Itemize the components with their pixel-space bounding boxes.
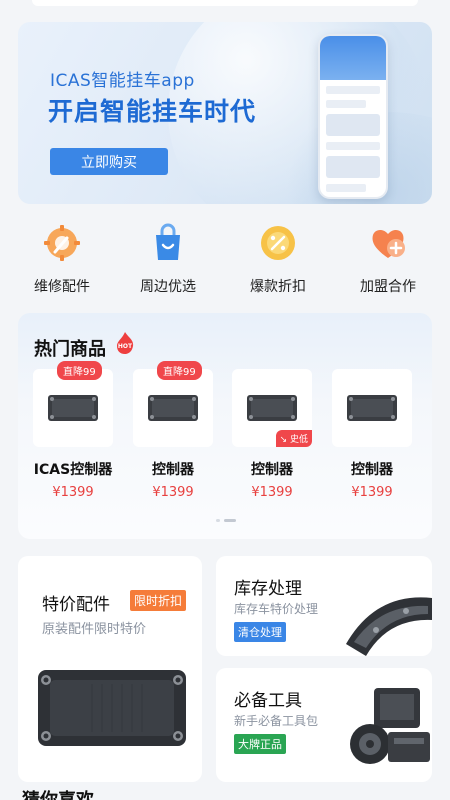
- promo-badge: 限时折扣: [130, 590, 187, 611]
- phone-mockup-image: [318, 34, 388, 199]
- promo-title: 必备工具: [234, 691, 302, 711]
- category-repair-parts[interactable]: 维修配件: [12, 222, 112, 296]
- price-drop-tag: 直降99: [157, 361, 202, 380]
- product-price: ¥1399: [152, 485, 194, 500]
- promo-card-special-parts[interactable]: 特价配件 限时折扣 原装配件限时特价: [18, 556, 202, 782]
- product-name: 控制器: [152, 462, 194, 478]
- lowest-price-text: 史低: [289, 435, 308, 445]
- category-franchise[interactable]: 加盟合作: [338, 222, 438, 296]
- product-price: ¥1399: [351, 485, 393, 500]
- category-hot-discount[interactable]: 爆款折扣: [228, 222, 328, 296]
- promo-subtitle: 新手必备工具包: [234, 714, 319, 728]
- buy-now-button[interactable]: 立即购买: [50, 148, 168, 175]
- category-label: 周边优选: [140, 279, 196, 295]
- banner-title: 开启智能挂车时代: [48, 97, 257, 126]
- guess-you-like-title: 猜你喜欢: [22, 786, 94, 800]
- section-title: 热门商品: [34, 339, 106, 360]
- hot-flame-icon: HOT: [114, 331, 136, 359]
- product-image: ↘ 史低: [232, 369, 312, 447]
- product-card[interactable]: 控制器 ¥1399: [332, 369, 412, 500]
- product-name: ICAS控制器: [33, 462, 113, 478]
- price-drop-tag: 直降99: [57, 361, 102, 380]
- top-card-edge: [32, 0, 418, 6]
- product-price: ¥1399: [52, 485, 94, 500]
- promo-banner[interactable]: ICAS智能挂车app 开启智能挂车时代 立即购买: [18, 22, 432, 204]
- product-image: [332, 369, 412, 447]
- lowest-price-tag: ↘ 史低: [275, 430, 312, 447]
- hot-badge-text: HOT: [118, 343, 133, 350]
- product-image: 直降99: [133, 361, 213, 447]
- product-name: 控制器: [251, 462, 293, 478]
- promo-title: 库存处理: [234, 579, 302, 599]
- controller-image: [148, 395, 198, 421]
- heart-plus-icon: [367, 222, 409, 264]
- carousel-dot: [216, 519, 220, 522]
- category-label: 维修配件: [34, 279, 90, 295]
- product-price: ¥1399: [251, 485, 293, 500]
- banner-subtitle: ICAS智能挂车app: [50, 71, 195, 91]
- promo-card-inventory[interactable]: 库存处理 库存车特价处理 清仓处理: [216, 556, 432, 656]
- brake-pad-image: [346, 597, 432, 656]
- category-label: 加盟合作: [360, 279, 416, 295]
- product-card[interactable]: ↘ 史低 控制器 ¥1399: [232, 369, 312, 500]
- promo-subtitle: 原装配件限时特价: [42, 622, 147, 637]
- product-image: 直降99: [33, 361, 113, 447]
- category-featured-merch[interactable]: 周边优选: [118, 222, 218, 296]
- wrench-gear-icon: [41, 222, 83, 264]
- hot-products-section: 热门商品 HOT 直降99 ICAS控制器 ¥1399 直降99 控制器 ¥13…: [18, 313, 432, 539]
- category-label: 爆款折扣: [250, 279, 306, 295]
- controller-image: [48, 395, 98, 421]
- product-card[interactable]: 直降99 ICAS控制器 ¥1399: [33, 361, 113, 500]
- shopping-bag-icon: [147, 222, 189, 264]
- controller-product-image: [38, 670, 186, 746]
- category-nav: 维修配件 周边优选 爆款折扣 加盟合作: [0, 222, 450, 298]
- promo-title: 特价配件: [42, 595, 110, 615]
- controller-image: [347, 395, 397, 421]
- controller-image: [247, 395, 297, 421]
- carousel-dot-active: [224, 519, 236, 522]
- promo-card-tools[interactable]: 必备工具 新手必备工具包 大牌正品: [216, 668, 432, 782]
- carousel-indicator: [216, 519, 236, 522]
- product-card[interactable]: 直降99 控制器 ¥1399: [133, 361, 213, 500]
- discount-tag-icon: [257, 222, 299, 264]
- product-name: 控制器: [351, 462, 393, 478]
- promo-subtitle: 库存车特价处理: [234, 602, 319, 616]
- tool-part-image: [350, 688, 430, 764]
- promo-badge: 大牌正品: [234, 734, 286, 754]
- promo-badge: 清仓处理: [234, 622, 286, 642]
